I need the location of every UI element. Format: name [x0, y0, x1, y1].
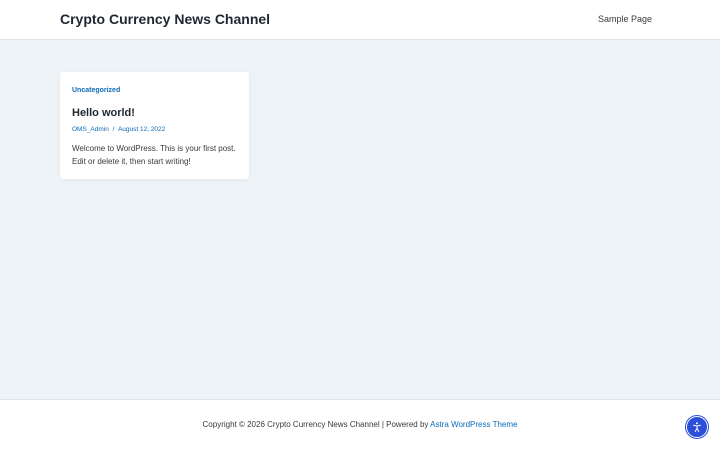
post-title-link[interactable]: Hello world! — [72, 106, 237, 120]
accessibility-icon — [693, 422, 701, 432]
footer-theme-link[interactable]: Astra WordPress Theme — [430, 420, 517, 429]
footer-copyright: Copyright © 2026 Crypto Currency News Ch… — [0, 420, 720, 429]
nav-item-sample-page[interactable]: Sample Page — [598, 14, 652, 24]
accessibility-button[interactable] — [686, 416, 708, 438]
post-date-link[interactable]: August 12, 2022 — [118, 126, 165, 133]
site-header: Crypto Currency News Channel Sample Page — [0, 0, 720, 40]
post-meta: OMS_Admin / August 12, 2022 — [72, 125, 237, 134]
post-excerpt: Welcome to WordPress. This is your first… — [72, 144, 236, 166]
footer-copyright-text: Copyright © 2026 Crypto Currency News Ch… — [202, 420, 431, 429]
site-footer: Copyright © 2026 Crypto Currency News Ch… — [0, 399, 720, 450]
post-meta-separator: / — [112, 126, 115, 133]
post-author-link[interactable]: OMS_Admin — [72, 126, 109, 133]
site-title-link[interactable]: Crypto Currency News Channel — [60, 11, 270, 27]
post-card: Uncategorized Hello world! OMS_Admin / A… — [60, 72, 249, 179]
post-category-link[interactable]: Uncategorized — [72, 86, 237, 95]
